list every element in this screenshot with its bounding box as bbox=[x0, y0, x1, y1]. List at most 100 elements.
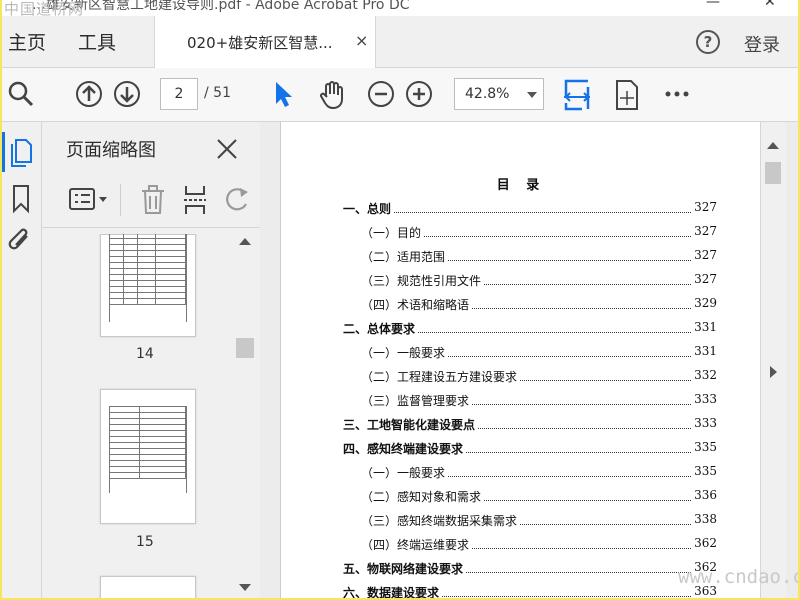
toc-entry[interactable]: （二）适用范围 327 bbox=[361, 248, 717, 266]
toc-entry-title: （四）术语和缩略语 bbox=[361, 296, 472, 313]
scroll-up-icon[interactable] bbox=[767, 142, 779, 149]
tab-bar: 主页 工具 020+雄安新区智慧... × ? 登录 bbox=[2, 16, 798, 68]
thumbnail-page-16[interactable] bbox=[100, 576, 196, 598]
toc-entry[interactable]: （三）规范性引用文件 327 bbox=[361, 272, 717, 290]
panel-scroll-handle[interactable] bbox=[236, 338, 254, 358]
more-options-icon[interactable] bbox=[662, 79, 692, 109]
toc-entry-page: 335 bbox=[692, 464, 717, 478]
tab-tools[interactable]: 工具 bbox=[78, 28, 116, 55]
toc-entry-page: 338 bbox=[692, 512, 717, 526]
next-page-icon[interactable] bbox=[112, 79, 142, 109]
thumbnail-page-14[interactable] bbox=[100, 234, 196, 337]
fit-page-width-icon[interactable] bbox=[562, 79, 592, 111]
close-icon[interactable] bbox=[214, 136, 240, 162]
toc-entry[interactable]: （二）工程建设五方建设要求 332 bbox=[361, 368, 717, 386]
toc-entry[interactable]: 五、物联网络建设要求 362 bbox=[343, 560, 717, 578]
thumbnail-content bbox=[109, 406, 187, 493]
toc-entry-title: （四）终端运维要求 bbox=[361, 536, 472, 553]
tab-document[interactable]: 020+雄安新区智慧... × bbox=[154, 16, 376, 68]
toc-entry-page: 331 bbox=[692, 344, 717, 358]
attachment-icon[interactable] bbox=[7, 226, 35, 256]
rotate-page-icon[interactable] bbox=[222, 186, 252, 214]
toc-entry-title: （一）一般要求 bbox=[361, 464, 448, 481]
toc-leader-dots bbox=[343, 212, 717, 213]
toc-entry-page: 336 bbox=[692, 488, 717, 502]
title-bar: …雄安新区智慧工地建设导则.pdf - Adobe Acrobat Pro DC… bbox=[2, 0, 798, 16]
toc-entry[interactable]: （四）终端运维要求 362 bbox=[361, 536, 717, 554]
chevron-down-icon bbox=[527, 92, 537, 98]
app-window: …雄安新区智慧工地建设导则.pdf - Adobe Acrobat Pro DC… bbox=[2, 0, 798, 598]
insert-page-icon[interactable] bbox=[182, 184, 208, 216]
toc-entry[interactable]: （二）感知对象和需求 336 bbox=[361, 488, 717, 506]
thumbnail-content bbox=[109, 234, 187, 322]
thumbnail-list: 14 15 bbox=[42, 234, 236, 598]
pdf-page: 目 录 一、总则 327 （一）目的 327 （二）适用范围 327 （三）规范性引用文件 3… bbox=[280, 122, 760, 598]
scroll-down-icon[interactable] bbox=[239, 584, 251, 591]
left-rail bbox=[2, 122, 42, 598]
toc-entry[interactable]: （四）术语和缩略语 329 bbox=[361, 296, 717, 314]
toc-entry[interactable]: （三）监督管理要求 333 bbox=[361, 392, 717, 410]
toc-entry[interactable]: （一）目的 327 bbox=[361, 224, 717, 242]
hand-tool-icon[interactable] bbox=[316, 79, 348, 111]
page-total: / 51 bbox=[204, 85, 231, 101]
toc-entry-title: 六、数据建设要求 bbox=[343, 584, 442, 598]
minimize-button[interactable]: — bbox=[706, 0, 720, 10]
toc-entry[interactable]: 六、数据建设要求 363 bbox=[343, 584, 717, 598]
help-icon[interactable]: ? bbox=[696, 30, 720, 54]
trash-icon[interactable] bbox=[140, 184, 166, 216]
toc-entry[interactable]: （一）一般要求 335 bbox=[361, 464, 717, 482]
previous-page-icon[interactable] bbox=[74, 79, 104, 109]
toc-entry-title: （二）适用范围 bbox=[361, 248, 448, 265]
bookmark-icon[interactable] bbox=[10, 184, 32, 214]
zoom-out-icon[interactable] bbox=[366, 79, 396, 109]
zoom-value: 42.8% bbox=[465, 86, 510, 102]
toc-entry-title: 一、总则 bbox=[343, 200, 394, 217]
document-tab-label: 020+雄安新区智慧... bbox=[187, 34, 333, 52]
toc-entry-page: 327 bbox=[692, 248, 717, 262]
close-tab-button[interactable]: × bbox=[355, 31, 368, 50]
toc-entry-page: 327 bbox=[692, 272, 717, 286]
thumbnail-panel: 页面缩略图 14 15 bbox=[42, 122, 275, 598]
zoom-in-icon[interactable] bbox=[404, 79, 434, 109]
expand-right-pane-icon[interactable] bbox=[770, 366, 777, 378]
toc-entry-title: 五、物联网络建设要求 bbox=[343, 560, 466, 577]
toc-entry[interactable]: （一）一般要求 331 bbox=[361, 344, 717, 362]
toc-entry-title: （二）工程建设五方建设要求 bbox=[361, 368, 520, 385]
toc-entry[interactable]: 三、工地智能化建设要点 333 bbox=[343, 416, 717, 434]
toc-entry[interactable]: 二、总体要求 331 bbox=[343, 320, 717, 338]
panel-scrollbar[interactable] bbox=[236, 234, 254, 598]
search-icon[interactable] bbox=[6, 79, 36, 109]
toc-entry[interactable]: （三）感知终端数据采集需求 338 bbox=[361, 512, 717, 530]
toc-entry-page: 329 bbox=[692, 296, 717, 310]
site-watermark-logo: 中国道桥网 bbox=[4, 0, 85, 16]
toc-entry-page: 327 bbox=[692, 224, 717, 238]
site-watermark: www.cndao.com bbox=[678, 566, 798, 588]
toc-entry[interactable]: 四、感知终端建设要求 335 bbox=[343, 440, 717, 458]
toc-entry-title: （二）感知对象和需求 bbox=[361, 488, 484, 505]
scroll-up-icon[interactable] bbox=[239, 238, 251, 245]
document-scroll-handle[interactable] bbox=[765, 162, 781, 184]
thumbnail-options-icon[interactable] bbox=[68, 186, 110, 214]
window-title: …雄安新区智慧工地建设导则.pdf - Adobe Acrobat Pro DC bbox=[32, 0, 410, 13]
page-thumbnails-icon[interactable] bbox=[8, 136, 34, 168]
toc-entry-page: 332 bbox=[692, 368, 717, 382]
close-window-button[interactable]: ✕ bbox=[764, 0, 776, 10]
toc-entry-title: 二、总体要求 bbox=[343, 320, 418, 337]
document-scrollbar[interactable] bbox=[760, 122, 786, 598]
full-screen-icon[interactable] bbox=[612, 79, 642, 111]
document-view: 目 录 一、总则 327 （一）目的 327 （二）适用范围 327 （三）规范性引用文件 3… bbox=[260, 122, 798, 598]
active-indicator bbox=[2, 132, 5, 172]
toc-entry-title: （三）监督管理要求 bbox=[361, 392, 472, 409]
toc-entry-title: 四、感知终端建设要求 bbox=[343, 440, 466, 457]
tab-home[interactable]: 主页 bbox=[8, 28, 46, 55]
login-button[interactable]: 登录 bbox=[744, 31, 780, 57]
panel-title: 页面缩略图 bbox=[66, 140, 156, 161]
zoom-level-select[interactable]: 42.8% bbox=[454, 78, 544, 110]
thumbnail-page-15[interactable] bbox=[100, 389, 196, 524]
toc-entry-title: （一）一般要求 bbox=[361, 344, 448, 361]
toc-entry-page: 335 bbox=[692, 440, 717, 454]
select-cursor-icon[interactable] bbox=[270, 79, 298, 109]
toc-entry[interactable]: 一、总则 327 bbox=[343, 200, 717, 218]
toc-entry-page: 327 bbox=[692, 200, 717, 214]
page-number-input[interactable]: 2 bbox=[160, 78, 198, 110]
